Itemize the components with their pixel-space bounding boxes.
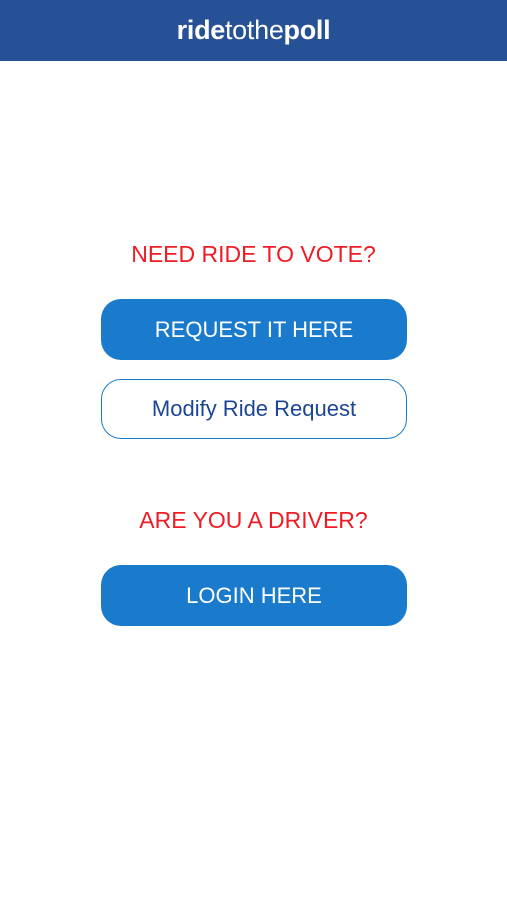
app-header: ridetothepoll [0, 0, 507, 61]
driver-prompt: ARE YOU A DRIVER? [139, 507, 368, 533]
request-ride-button[interactable]: REQUEST IT HERE [101, 299, 407, 360]
driver-login-button[interactable]: LOGIN HERE [101, 565, 407, 626]
rider-prompt: NEED RIDE TO VOTE? [131, 241, 376, 267]
app-logo: ridetothepoll [177, 17, 331, 44]
request-ride-button-label: REQUEST IT HERE [154, 316, 354, 342]
logo-text-ride: ride [176, 15, 226, 45]
modify-ride-request-button[interactable]: Modify Ride Request [101, 379, 407, 439]
logo-text-tothe: tothe [224, 15, 284, 45]
logo-text-poll: poll [283, 15, 331, 45]
modify-ride-request-button-label: Modify Ride Request [151, 396, 357, 421]
app-screen: ridetothepoll NEED RIDE TO VOTE? REQUEST… [0, 0, 507, 900]
driver-login-button-label: LOGIN HERE [186, 582, 322, 608]
